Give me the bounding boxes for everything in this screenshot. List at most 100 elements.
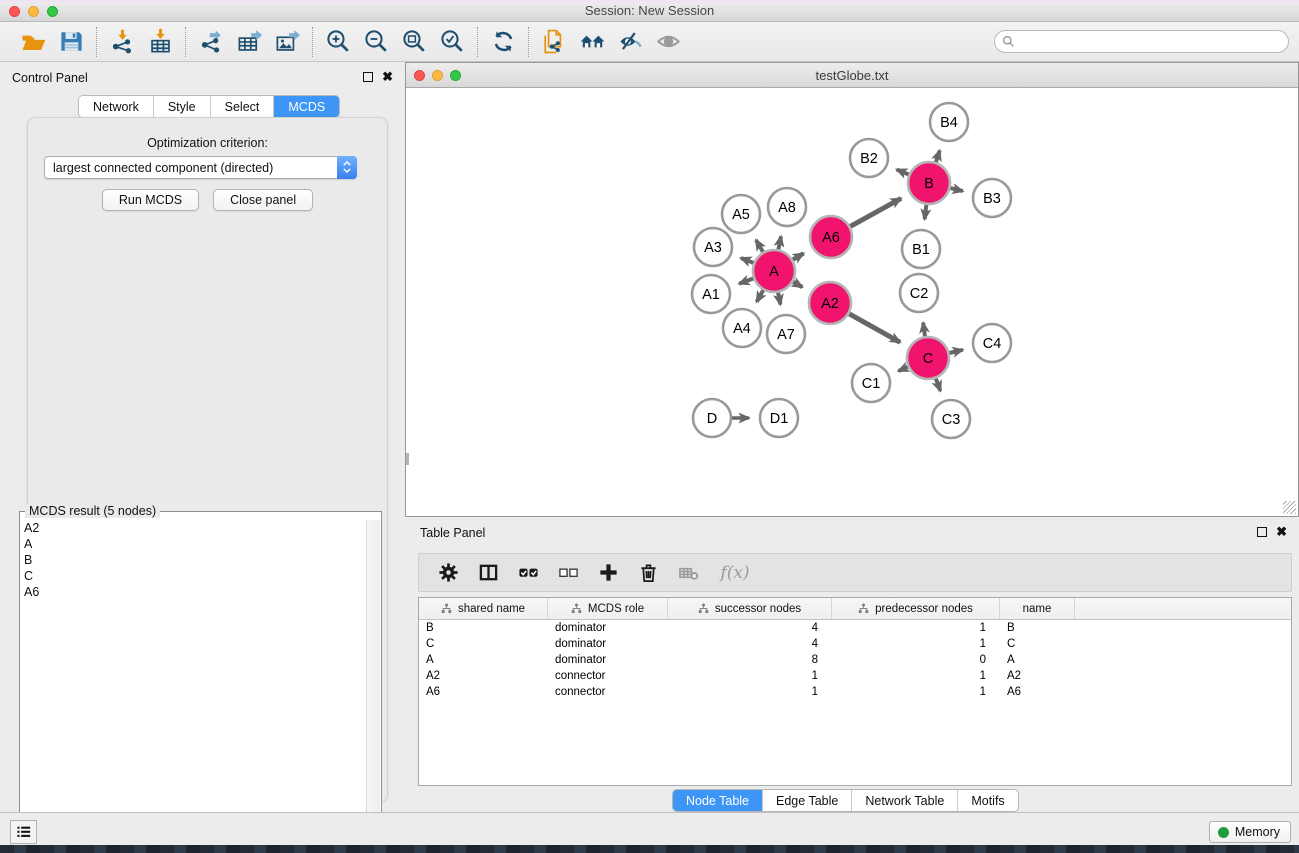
zoom-in-icon[interactable] bbox=[323, 27, 353, 57]
close-panel-button[interactable]: Close panel bbox=[213, 189, 313, 211]
node-B2[interactable]: B2 bbox=[850, 139, 888, 177]
edge-B-B2[interactable] bbox=[897, 170, 909, 175]
node-A6[interactable]: A6 bbox=[810, 216, 852, 258]
node-C2[interactable]: C2 bbox=[900, 274, 938, 312]
node-C4[interactable]: C4 bbox=[973, 324, 1011, 362]
edge-C-C3[interactable] bbox=[936, 379, 941, 391]
edge-C-C2[interactable] bbox=[923, 323, 925, 337]
node-table[interactable]: shared nameMCDS rolesuccessor nodesprede… bbox=[418, 597, 1292, 786]
column-header-shared-name[interactable]: shared name bbox=[419, 598, 548, 619]
edge-A-A8[interactable] bbox=[778, 236, 781, 249]
node-A8[interactable]: A8 bbox=[768, 188, 806, 226]
column-header-name[interactable]: name bbox=[1000, 598, 1075, 619]
hide-annotations-icon[interactable] bbox=[615, 27, 645, 57]
tab-node-table[interactable]: Node Table bbox=[673, 790, 763, 811]
open-folder-icon[interactable] bbox=[18, 27, 48, 57]
tab-edge-table[interactable]: Edge Table bbox=[763, 790, 852, 811]
node-D1[interactable]: D1 bbox=[760, 399, 798, 437]
edge-A-A5[interactable] bbox=[756, 240, 763, 252]
edge-A6-B[interactable] bbox=[850, 198, 901, 226]
float-table-panel-icon[interactable] bbox=[1257, 527, 1267, 537]
edge-A-A2[interactable] bbox=[793, 282, 802, 287]
network-canvas[interactable]: B4 B2 B B3 A5A8A6 A3 B1 A A1 C2 A2 A4A7 C4 C C1 D D1 C3 bbox=[406, 88, 1298, 516]
export-image-icon[interactable] bbox=[272, 27, 302, 57]
node-A4[interactable]: A4 bbox=[723, 309, 761, 347]
node-D[interactable]: D bbox=[693, 399, 731, 437]
resize-grip-icon[interactable] bbox=[1283, 501, 1296, 514]
export-table-icon[interactable] bbox=[234, 27, 264, 57]
close-panel-icon[interactable]: ✖ bbox=[382, 72, 393, 82]
float-panel-icon[interactable] bbox=[363, 72, 373, 82]
table-row[interactable]: A2connector11A2 bbox=[419, 668, 1291, 684]
close-table-panel-icon[interactable]: ✖ bbox=[1276, 527, 1287, 537]
mcds-result-list[interactable]: A2ABCA6 bbox=[21, 520, 366, 848]
tab-motifs[interactable]: Motifs bbox=[958, 790, 1017, 811]
result-item[interactable]: A6 bbox=[24, 584, 366, 600]
deselect-all-icon[interactable] bbox=[555, 560, 581, 586]
eye-icon[interactable] bbox=[653, 27, 683, 57]
edge-A2-C[interactable] bbox=[849, 314, 900, 343]
edge-C-C1[interactable] bbox=[899, 367, 908, 371]
node-B4[interactable]: B4 bbox=[930, 103, 968, 141]
delete-table-icon[interactable] bbox=[675, 560, 701, 586]
node-A[interactable]: A bbox=[753, 250, 795, 292]
node-B[interactable]: B bbox=[908, 162, 950, 204]
delete-column-icon[interactable] bbox=[635, 560, 661, 586]
column-header-predecessor-nodes[interactable]: predecessor nodes bbox=[832, 598, 1000, 619]
node-C3[interactable]: C3 bbox=[932, 400, 970, 438]
settings-gear-icon[interactable] bbox=[435, 560, 461, 586]
node-A7[interactable]: A7 bbox=[767, 315, 805, 353]
edge-A-A1[interactable] bbox=[739, 279, 753, 284]
node-A3[interactable]: A3 bbox=[694, 228, 732, 266]
edge-A-A3[interactable] bbox=[741, 258, 754, 263]
import-network-icon[interactable] bbox=[107, 27, 137, 57]
result-item[interactable]: A2 bbox=[24, 520, 366, 536]
task-history-button[interactable] bbox=[10, 820, 37, 844]
table-row[interactable]: A6connector11A6 bbox=[419, 684, 1291, 700]
table-row[interactable]: Bdominator41B bbox=[419, 620, 1291, 636]
zoom-fit-icon[interactable] bbox=[399, 27, 429, 57]
network-graph[interactable]: B4 B2 B B3 A5A8A6 A3 B1 A A1 C2 A2 A4A7 C4 C C1 D D1 C3 bbox=[406, 88, 1298, 516]
node-A5[interactable]: A5 bbox=[722, 195, 760, 233]
run-mcds-button[interactable]: Run MCDS bbox=[102, 189, 199, 211]
tab-style[interactable]: Style bbox=[154, 96, 211, 117]
zoom-selected-icon[interactable] bbox=[437, 27, 467, 57]
column-header-MCDS-role[interactable]: MCDS role bbox=[548, 598, 668, 619]
memory-button[interactable]: Memory bbox=[1209, 821, 1291, 843]
save-icon[interactable] bbox=[56, 27, 86, 57]
edge-A-A7[interactable] bbox=[778, 293, 780, 305]
node-C1[interactable]: C1 bbox=[852, 364, 890, 402]
tab-select[interactable]: Select bbox=[211, 96, 275, 117]
tab-network[interactable]: Network bbox=[79, 96, 154, 117]
edge-B-B1[interactable] bbox=[925, 205, 927, 219]
columns-icon[interactable] bbox=[475, 560, 501, 586]
add-column-icon[interactable] bbox=[595, 560, 621, 586]
result-item[interactable]: C bbox=[24, 568, 366, 584]
optimization-criterion-dropdown[interactable]: largest connected component (directed) bbox=[44, 156, 357, 179]
node-A1[interactable]: A1 bbox=[692, 275, 730, 313]
node-B1[interactable]: B1 bbox=[902, 230, 940, 268]
search-input[interactable] bbox=[994, 30, 1289, 53]
export-network-icon[interactable] bbox=[196, 27, 226, 57]
network-window-titlebar[interactable]: testGlobe.txt bbox=[406, 63, 1298, 88]
edge-B-B4[interactable] bbox=[936, 151, 940, 163]
table-row[interactable]: Cdominator41C bbox=[419, 636, 1291, 652]
result-item[interactable]: B bbox=[24, 552, 366, 568]
refresh-icon[interactable] bbox=[488, 27, 518, 57]
table-row[interactable]: Adominator80A bbox=[419, 652, 1291, 668]
function-icon[interactable]: f(x) bbox=[715, 560, 755, 586]
zoom-out-icon[interactable] bbox=[361, 27, 391, 57]
node-A2[interactable]: A2 bbox=[809, 282, 851, 324]
import-table-icon[interactable] bbox=[145, 27, 175, 57]
select-all-icon[interactable] bbox=[515, 560, 541, 586]
column-header-successor-nodes[interactable]: successor nodes bbox=[668, 598, 832, 619]
result-scrollbar[interactable] bbox=[366, 520, 380, 848]
home-icon[interactable] bbox=[577, 27, 607, 57]
result-item[interactable]: A bbox=[24, 536, 366, 552]
node-B3[interactable]: B3 bbox=[973, 179, 1011, 217]
tab-network-table[interactable]: Network Table bbox=[852, 790, 958, 811]
tab-mcds[interactable]: MCDS bbox=[274, 96, 339, 117]
node-C[interactable]: C bbox=[907, 337, 949, 379]
edge-A-A4[interactable] bbox=[757, 290, 764, 302]
network-document-icon[interactable] bbox=[539, 27, 569, 57]
